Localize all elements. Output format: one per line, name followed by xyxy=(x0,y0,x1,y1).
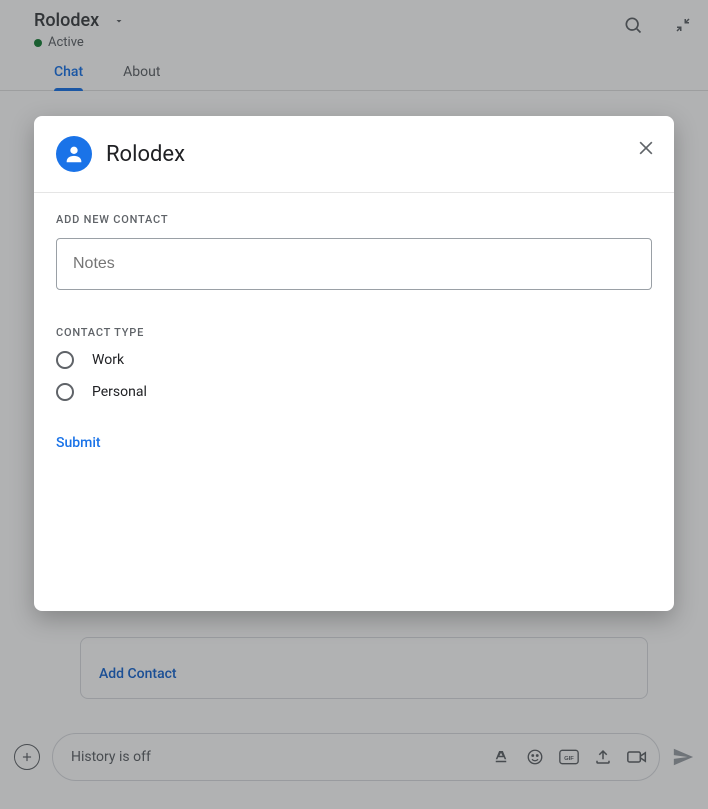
modal-overlay: Rolodex ADD NEW CONTACT CONTACT TYPE Wor… xyxy=(0,0,708,809)
person-icon xyxy=(56,136,92,172)
radio-work-label: Work xyxy=(92,352,124,368)
radio-personal-label: Personal xyxy=(92,384,147,400)
radio-work-row[interactable]: Work xyxy=(56,351,652,369)
radio-icon xyxy=(56,383,74,401)
dialog-title: Rolodex xyxy=(106,142,185,167)
radio-personal-row[interactable]: Personal xyxy=(56,383,652,401)
dialog: Rolodex ADD NEW CONTACT CONTACT TYPE Wor… xyxy=(34,116,674,611)
section-contact-type: CONTACT TYPE xyxy=(56,326,652,339)
notes-input[interactable] xyxy=(56,238,652,290)
close-button[interactable] xyxy=(636,138,656,158)
submit-button[interactable]: Submit xyxy=(56,435,101,451)
radio-icon xyxy=(56,351,74,369)
section-add-contact: ADD NEW CONTACT xyxy=(56,213,652,226)
